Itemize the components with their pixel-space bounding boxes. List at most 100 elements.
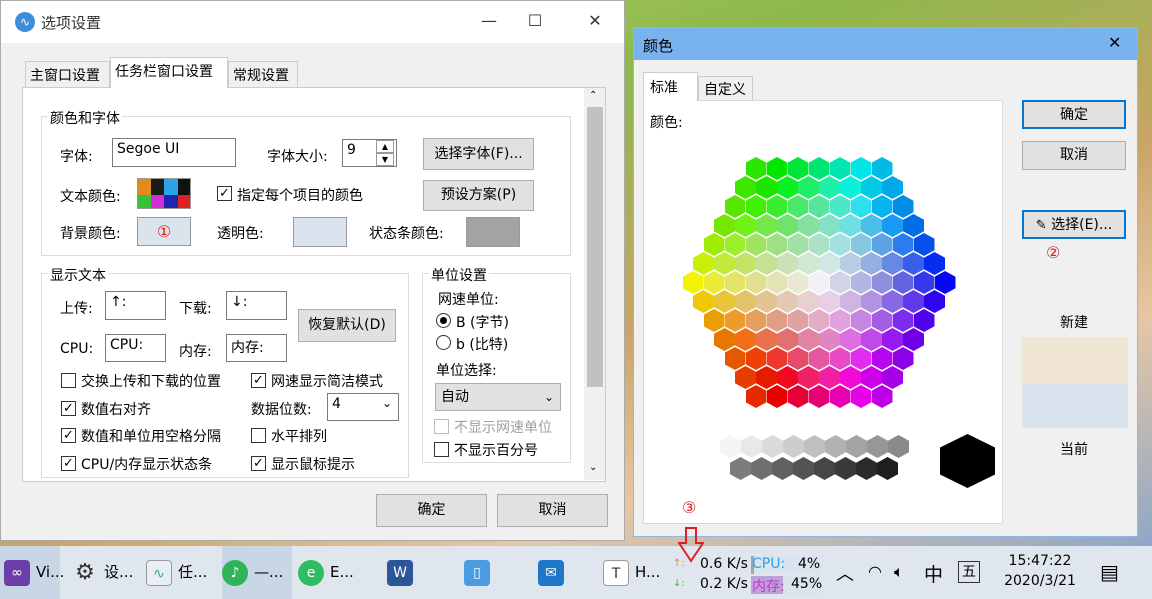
color-hex[interactable] [903, 290, 924, 313]
tab-general[interactable]: 常规设置 [228, 61, 298, 87]
color-hex[interactable] [871, 271, 893, 294]
color-hex[interactable] [766, 309, 788, 332]
color-hex[interactable] [808, 385, 830, 408]
text-color-swatch[interactable] [137, 178, 191, 209]
color-hex[interactable] [766, 233, 788, 256]
black-hex[interactable] [940, 434, 995, 488]
color-hex[interactable] [703, 309, 725, 332]
color-hex[interactable] [861, 328, 882, 351]
color-hex[interactable] [829, 347, 851, 370]
color-hex[interactable] [808, 157, 830, 180]
color-hex[interactable] [693, 290, 714, 313]
font-name-field[interactable]: Segoe UI [112, 138, 236, 167]
grey-hex[interactable] [804, 435, 825, 458]
per-item-color-checkbox[interactable]: ✓ [217, 186, 232, 201]
color-hex[interactable] [735, 328, 756, 351]
color-hex[interactable] [756, 214, 777, 237]
color-hex[interactable] [745, 347, 767, 370]
grey-hex[interactable] [877, 457, 898, 480]
transparent-color-swatch[interactable] [293, 217, 347, 247]
clock[interactable]: 15:47:22 2020/3/21 [1000, 553, 1080, 589]
color-hex[interactable] [892, 195, 914, 218]
color-hex[interactable] [735, 290, 756, 313]
color-hex[interactable] [714, 252, 735, 275]
color-hex[interactable] [777, 328, 798, 351]
tab-main-window[interactable]: 主窗口设置 [25, 61, 110, 87]
color-cancel-button[interactable]: 取消 [1022, 141, 1126, 170]
space-separate-checkbox[interactable]: ✓ [61, 428, 76, 443]
color-hex[interactable] [777, 176, 798, 199]
color-hex[interactable] [850, 271, 872, 294]
taskbar-app-word[interactable]: W [387, 546, 427, 599]
color-hex[interactable] [840, 214, 861, 237]
bg-color-swatch[interactable]: ① [137, 217, 191, 246]
color-hex[interactable] [882, 252, 903, 275]
color-hex[interactable] [735, 176, 756, 199]
color-hex[interactable] [819, 214, 840, 237]
grey-hex[interactable] [856, 457, 877, 480]
unit-byte-radio[interactable] [436, 313, 451, 328]
color-hex[interactable] [756, 366, 777, 389]
color-hex[interactable] [861, 176, 882, 199]
pick-color-button[interactable]: ✎ 选择(E)... [1022, 210, 1126, 239]
color-hex[interactable] [924, 252, 945, 275]
color-hex[interactable] [693, 252, 714, 275]
color-hex[interactable] [892, 309, 914, 332]
color-hex[interactable] [903, 252, 924, 275]
grey-hex[interactable] [835, 457, 856, 480]
scroll-thumb[interactable] [587, 107, 603, 387]
color-hex[interactable] [850, 157, 872, 180]
color-hex[interactable] [735, 214, 756, 237]
color-hex[interactable] [756, 176, 777, 199]
color-hex[interactable] [787, 385, 809, 408]
color-hex[interactable] [882, 328, 903, 351]
color-hex[interactable] [934, 271, 956, 294]
color-hex[interactable] [819, 252, 840, 275]
color-hex[interactable] [777, 366, 798, 389]
chevron-up-icon[interactable]: ︿ [836, 560, 854, 586]
color-hex[interactable] [840, 290, 861, 313]
color-hex[interactable] [808, 195, 830, 218]
color-hex[interactable] [871, 347, 893, 370]
upload-text-field[interactable]: ↑: [105, 291, 166, 320]
color-hex[interactable] [892, 233, 914, 256]
grey-hex[interactable] [814, 457, 835, 480]
color-hex[interactable] [756, 290, 777, 313]
color-hex[interactable] [798, 366, 819, 389]
swap-updown-checkbox[interactable] [61, 373, 76, 388]
color-hex[interactable] [871, 195, 893, 218]
color-hex[interactable] [850, 309, 872, 332]
close-button[interactable]: ✕ [572, 5, 618, 37]
preset-scheme-button[interactable]: 预设方案(P) [423, 180, 534, 211]
color-hex[interactable] [850, 195, 872, 218]
color-hex[interactable] [850, 233, 872, 256]
ime-mode[interactable]: 五 [958, 561, 980, 583]
color-hex[interactable] [766, 385, 788, 408]
color-hex[interactable] [819, 366, 840, 389]
color-hex[interactable] [787, 347, 809, 370]
color-hex[interactable] [798, 214, 819, 237]
color-hex[interactable] [871, 157, 893, 180]
color-hex[interactable] [724, 271, 746, 294]
color-hex[interactable] [819, 290, 840, 313]
grey-hex[interactable] [720, 435, 741, 458]
color-hex[interactable] [861, 290, 882, 313]
scroll-down-icon[interactable]: ⌄ [589, 462, 597, 473]
color-hex[interactable] [756, 252, 777, 275]
color-hex[interactable] [871, 309, 893, 332]
color-hex[interactable] [829, 195, 851, 218]
color-hex[interactable] [861, 252, 882, 275]
color-hex[interactable] [882, 366, 903, 389]
unit-bit-radio[interactable] [436, 335, 451, 350]
color-hex[interactable] [819, 176, 840, 199]
color-hex[interactable] [798, 176, 819, 199]
grey-hex[interactable] [783, 435, 804, 458]
color-hex[interactable] [840, 176, 861, 199]
grey-hex[interactable] [888, 435, 909, 458]
color-ok-button[interactable]: 确定 [1022, 100, 1126, 129]
color-hex[interactable] [766, 271, 788, 294]
color-hex[interactable] [745, 271, 767, 294]
color-hex[interactable] [745, 385, 767, 408]
taskbar-app-typora[interactable]: T H... [603, 546, 663, 599]
color-hex[interactable] [745, 309, 767, 332]
